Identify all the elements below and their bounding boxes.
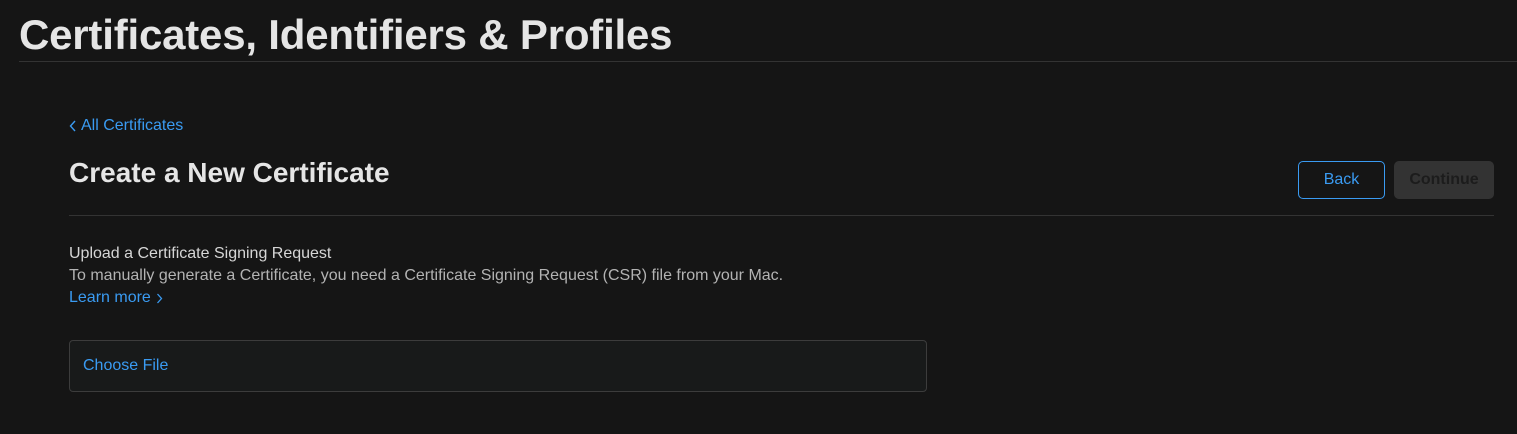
section-divider: [69, 215, 1494, 216]
back-button[interactable]: Back: [1298, 161, 1385, 199]
learn-more-link[interactable]: Learn more: [69, 289, 163, 307]
upload-heading: Upload a Certificate Signing Request: [69, 245, 332, 262]
learn-more-label: Learn more: [69, 289, 151, 306]
section-title: Create a New Certificate: [69, 157, 390, 188]
continue-button[interactable]: Continue: [1394, 161, 1494, 199]
all-certificates-link-label: All Certificates: [81, 117, 184, 134]
file-upload-field[interactable]: Choose File: [69, 340, 927, 392]
chevron-left-icon: [69, 120, 76, 132]
header-divider: [19, 61, 1517, 62]
chevron-right-icon: [156, 293, 163, 303]
upload-description: To manually generate a Certificate, you …: [69, 267, 784, 284]
choose-file-button[interactable]: Choose File: [83, 357, 168, 375]
page-title: Certificates, Identifiers & Profiles: [19, 11, 673, 58]
all-certificates-link[interactable]: All Certificates: [69, 117, 183, 135]
page: Certificates, Identifiers & Profiles All…: [0, 0, 1517, 434]
